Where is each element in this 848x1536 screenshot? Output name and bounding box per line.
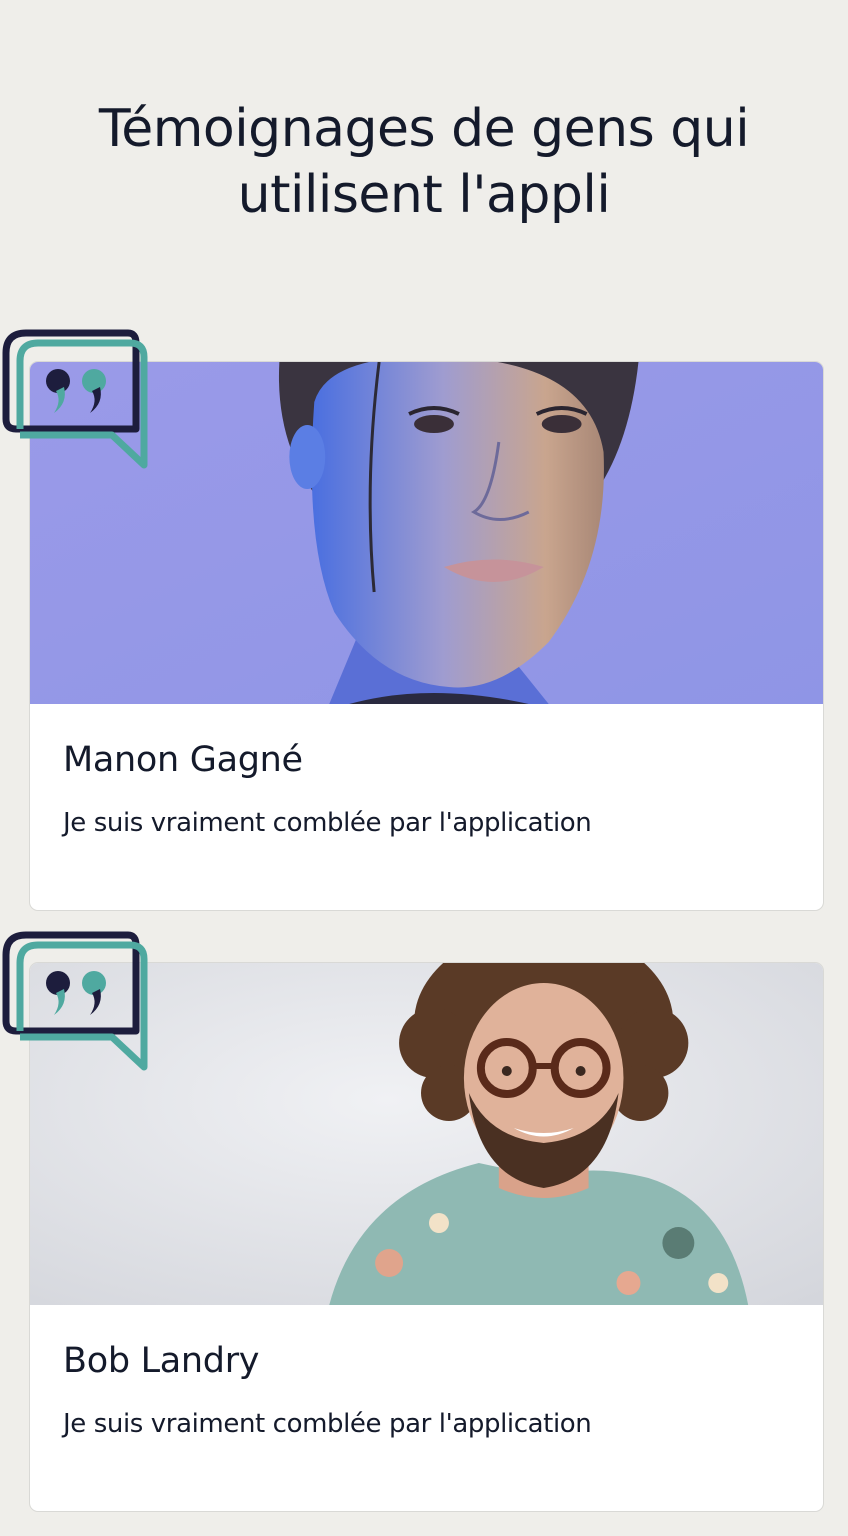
page-title-line-1: Témoignages de gens qui <box>98 99 750 159</box>
quote-bubble-icon <box>2 329 152 471</box>
testimonial-text: Je suis vraiment comblée par l'applicati… <box>63 808 592 838</box>
testimonial-text: Je suis vraiment comblée par l'applicati… <box>63 1409 592 1439</box>
page-title-line-2: utilisent l'appli <box>237 165 611 225</box>
testimonial-name: Manon Gagné <box>63 740 303 780</box>
page-title: Témoignages de gens qui utilisent l'appl… <box>60 96 788 228</box>
quote-bubble-icon <box>2 931 152 1073</box>
testimonial-name: Bob Landry <box>63 1341 260 1381</box>
